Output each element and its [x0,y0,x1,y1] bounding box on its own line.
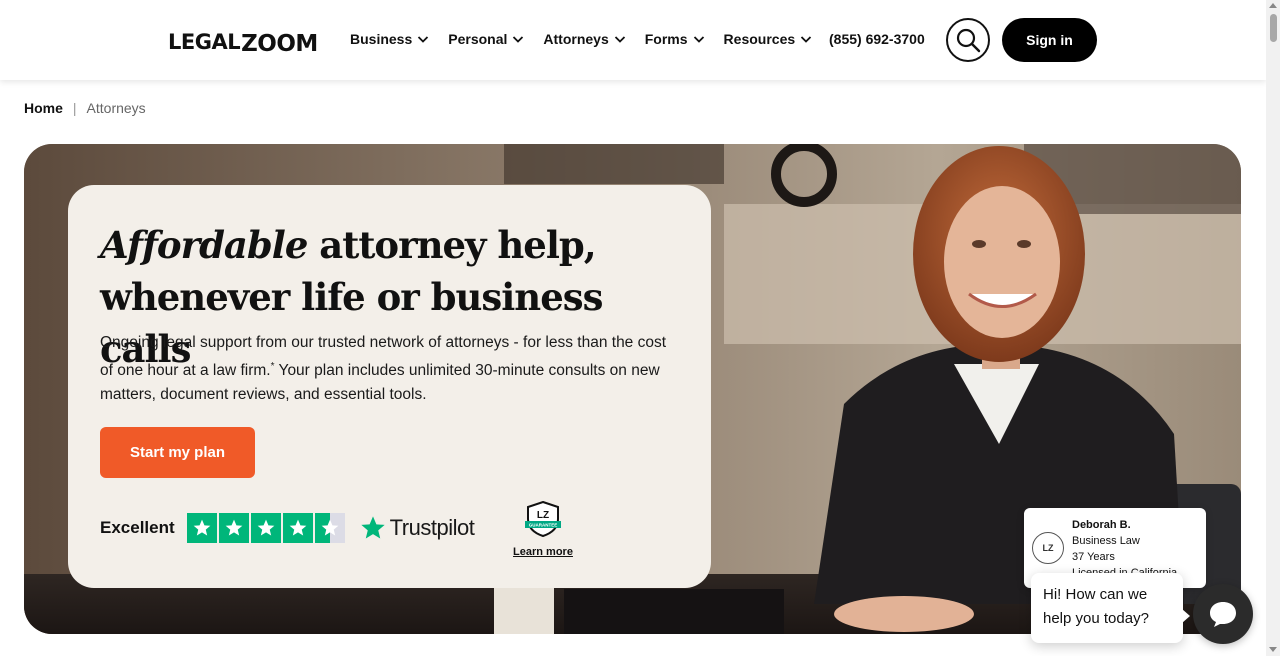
guarantee-badge[interactable]: LZ GUARANTEE Learn more [508,500,578,558]
nav-resources[interactable]: Resources [724,31,813,47]
hero-description: Ongoing legal support from our trusted n… [100,334,667,404]
nav-business[interactable]: Business [350,31,429,47]
chat-launcher-button[interactable] [1193,584,1253,644]
breadcrumb-home-link[interactable]: Home [24,100,63,116]
chevron-down-icon [614,36,625,43]
chat-greeting-bubble[interactable]: Hi! How can we help you today? [1031,573,1190,643]
scroll-up-arrow-icon[interactable] [1269,3,1277,8]
attorney-info: Deborah B. Business Law 37 Years License… [1072,517,1177,581]
nav-personal[interactable]: Personal [448,31,524,47]
trustpilot-logo: Trustpilot [359,514,475,542]
chat-icon [1210,602,1236,627]
rating-label: Excellent [100,518,175,537]
search-button[interactable] [946,18,990,62]
attorney-practice: Business Law [1072,535,1140,547]
rating-stars [186,513,347,543]
star-icon [250,513,281,543]
nav-attorneys[interactable]: Attorneys [543,31,625,47]
search-icon [956,28,981,53]
shield-icon: LZ GUARANTEE [525,500,561,538]
scroll-down-arrow-icon[interactable] [1269,647,1277,652]
learn-more-link[interactable]: Learn more [508,546,578,558]
svg-text:GUARANTEE: GUARANTEE [529,523,558,528]
attorney-name: Deborah B. [1072,519,1131,531]
chevron-down-icon [693,36,704,43]
phone-link[interactable]: (855) 692-3700 [829,31,925,47]
nav-forms[interactable]: Forms [645,31,705,47]
svg-text:LZ: LZ [537,510,549,521]
breadcrumb-current: Attorneys [86,100,146,116]
start-plan-button[interactable]: Start my plan [100,427,255,478]
star-icon [186,513,217,543]
trustpilot-rating[interactable]: Excellent Trustpilot [100,513,475,543]
star-icon [218,513,249,543]
scrollbar-thumb[interactable] [1270,14,1277,42]
chevron-down-icon [513,36,524,43]
half-star-icon [314,513,345,543]
site-header: LEGAL ZOOM Business Personal Attorneys Fo… [0,0,1266,80]
star-icon [282,513,313,543]
main-nav: Business Personal Attorneys Forms Resour… [350,31,831,47]
chevron-down-icon [418,36,429,43]
chevron-down-icon [801,36,812,43]
breadcrumb-separator: | [72,100,77,116]
breadcrumb: Home | Attorneys [24,100,146,116]
sign-in-button[interactable]: Sign in [1002,18,1097,62]
trusted-attorney-badge: LZ [1032,532,1064,564]
page-scrollbar[interactable] [1266,0,1280,656]
attorney-years: 37 Years [1072,551,1115,563]
trustpilot-star-icon [360,516,385,539]
hero-card: Affordable attorney help, whenever life … [68,185,711,588]
legalzoom-logo[interactable]: LEGAL ZOOM [168,27,318,56]
